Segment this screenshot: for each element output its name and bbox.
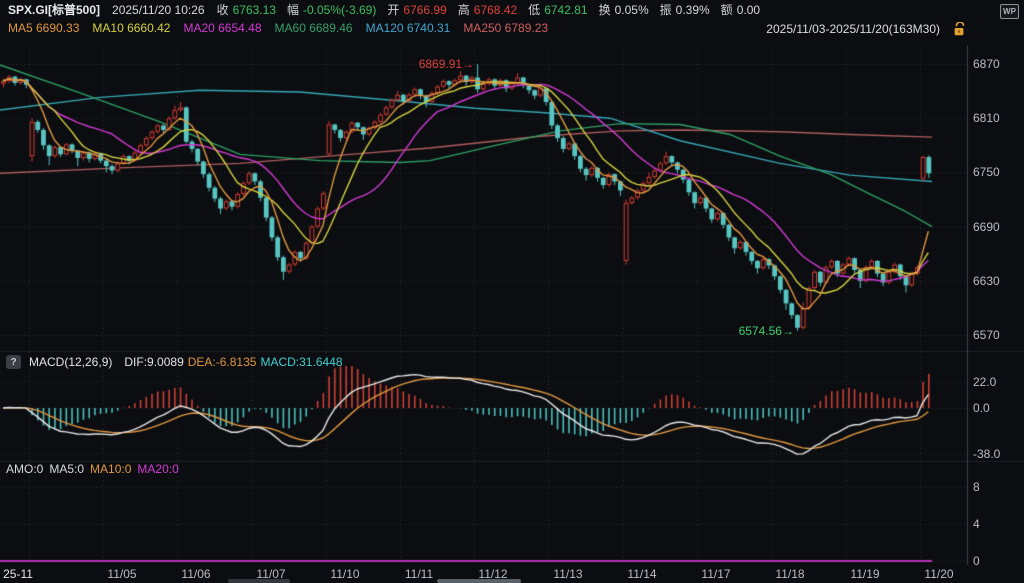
scrollbar-segment[interactable] — [437, 579, 521, 583]
x-axis-label: 11/17 — [701, 567, 730, 581]
x-axis-label: 25-11 — [3, 567, 33, 581]
x-axis-label: 11/20 — [924, 567, 953, 581]
quote-fields: 收6763.13 幅-0.05%(-3.69) 开6766.99 高6768.42 低6… — [217, 3, 760, 17]
amo-axis-tick: 4 — [973, 517, 980, 531]
scrollbar-segment[interactable] — [228, 579, 290, 583]
price-extreme-annotation: 6574.56→ — [739, 324, 794, 338]
macd-axis-tick: 22.0 — [973, 375, 996, 389]
amo-field: MA10:0 — [90, 462, 131, 476]
price-axis-tick: 6750 — [973, 165, 1000, 179]
quote-header: SPX.GI[标普500] 2025/11/20 10:26 收6763.13 幅… — [8, 3, 760, 17]
wp-watermark-icon: WP — [1000, 4, 1019, 19]
quote-datetime: 2025/11/20 10:26 — [112, 3, 205, 17]
help-icon[interactable]: ? — [6, 355, 21, 369]
amo-field: MA5:0 — [49, 462, 84, 476]
stock-chart-window: SPX.GI[标普500] 2025/11/20 10:26 收6763.13 幅… — [0, 0, 1024, 583]
x-axis-label: 11/14 — [627, 567, 656, 581]
x-axis-label: 11/18 — [775, 567, 804, 581]
unlock-icon[interactable] — [952, 22, 966, 36]
symbol-name[interactable]: SPX.GI[标普500] — [8, 3, 100, 17]
x-axis-label: 11/13 — [553, 567, 582, 581]
macd-value: MACD:31.6448 — [260, 355, 342, 369]
amo-field: AMO:0 — [6, 462, 43, 476]
amo-field: MA20:0 — [137, 462, 178, 476]
x-axis-label: 11/10 — [330, 567, 359, 581]
macd-title[interactable]: MACD(12,26,9) — [29, 355, 112, 369]
quote-field-高: 高6768.42 — [458, 3, 517, 17]
price-extreme-annotation: 6869.91→ — [419, 57, 474, 71]
price-axis-tick: 6570 — [973, 328, 1000, 342]
price-axis-tick: 6630 — [973, 274, 1000, 288]
x-axis-label: 11/19 — [850, 567, 879, 581]
date-range-label: 2025/11/03-2025/11/20(163M30) — [0, 22, 940, 36]
amo-axis-tick: 8 — [973, 480, 980, 494]
macd-pane-header: ? MACD(12,26,9) DIF:9.0089 DEA:-6.8135 M… — [6, 355, 343, 369]
price-axis-tick: 6690 — [973, 220, 1000, 234]
quote-field-振: 振0.39% — [660, 3, 710, 17]
x-axis-label: 11/06 — [181, 567, 210, 581]
x-axis-label: 11/11 — [405, 567, 433, 581]
quote-field-额: 额0.00 — [721, 3, 760, 17]
quote-field-收: 收6763.13 — [217, 3, 276, 17]
quote-field-低: 低6742.81 — [528, 3, 587, 17]
candlestick-chart-canvas[interactable] — [0, 0, 1024, 583]
quote-field-幅: 幅-0.05%(-3.69) — [287, 3, 376, 17]
amo-pane-header: AMO:0 MA5:0 MA10:0 MA20:0 — [6, 462, 179, 476]
price-axis-tick: 6870 — [973, 57, 1000, 71]
x-axis-label: 11/05 — [107, 567, 136, 581]
price-axis-tick: 6810 — [973, 111, 1000, 125]
quote-field-开: 开6766.99 — [387, 3, 446, 17]
amo-axis-tick: 0 — [973, 554, 980, 568]
dif-value: DIF:9.0089 — [124, 355, 183, 369]
macd-axis-tick: -38.0 — [973, 447, 1000, 461]
dea-value: DEA:-6.8135 — [188, 355, 257, 369]
macd-axis-tick: 0.0 — [973, 401, 990, 415]
quote-field-换: 换0.05% — [599, 3, 649, 17]
